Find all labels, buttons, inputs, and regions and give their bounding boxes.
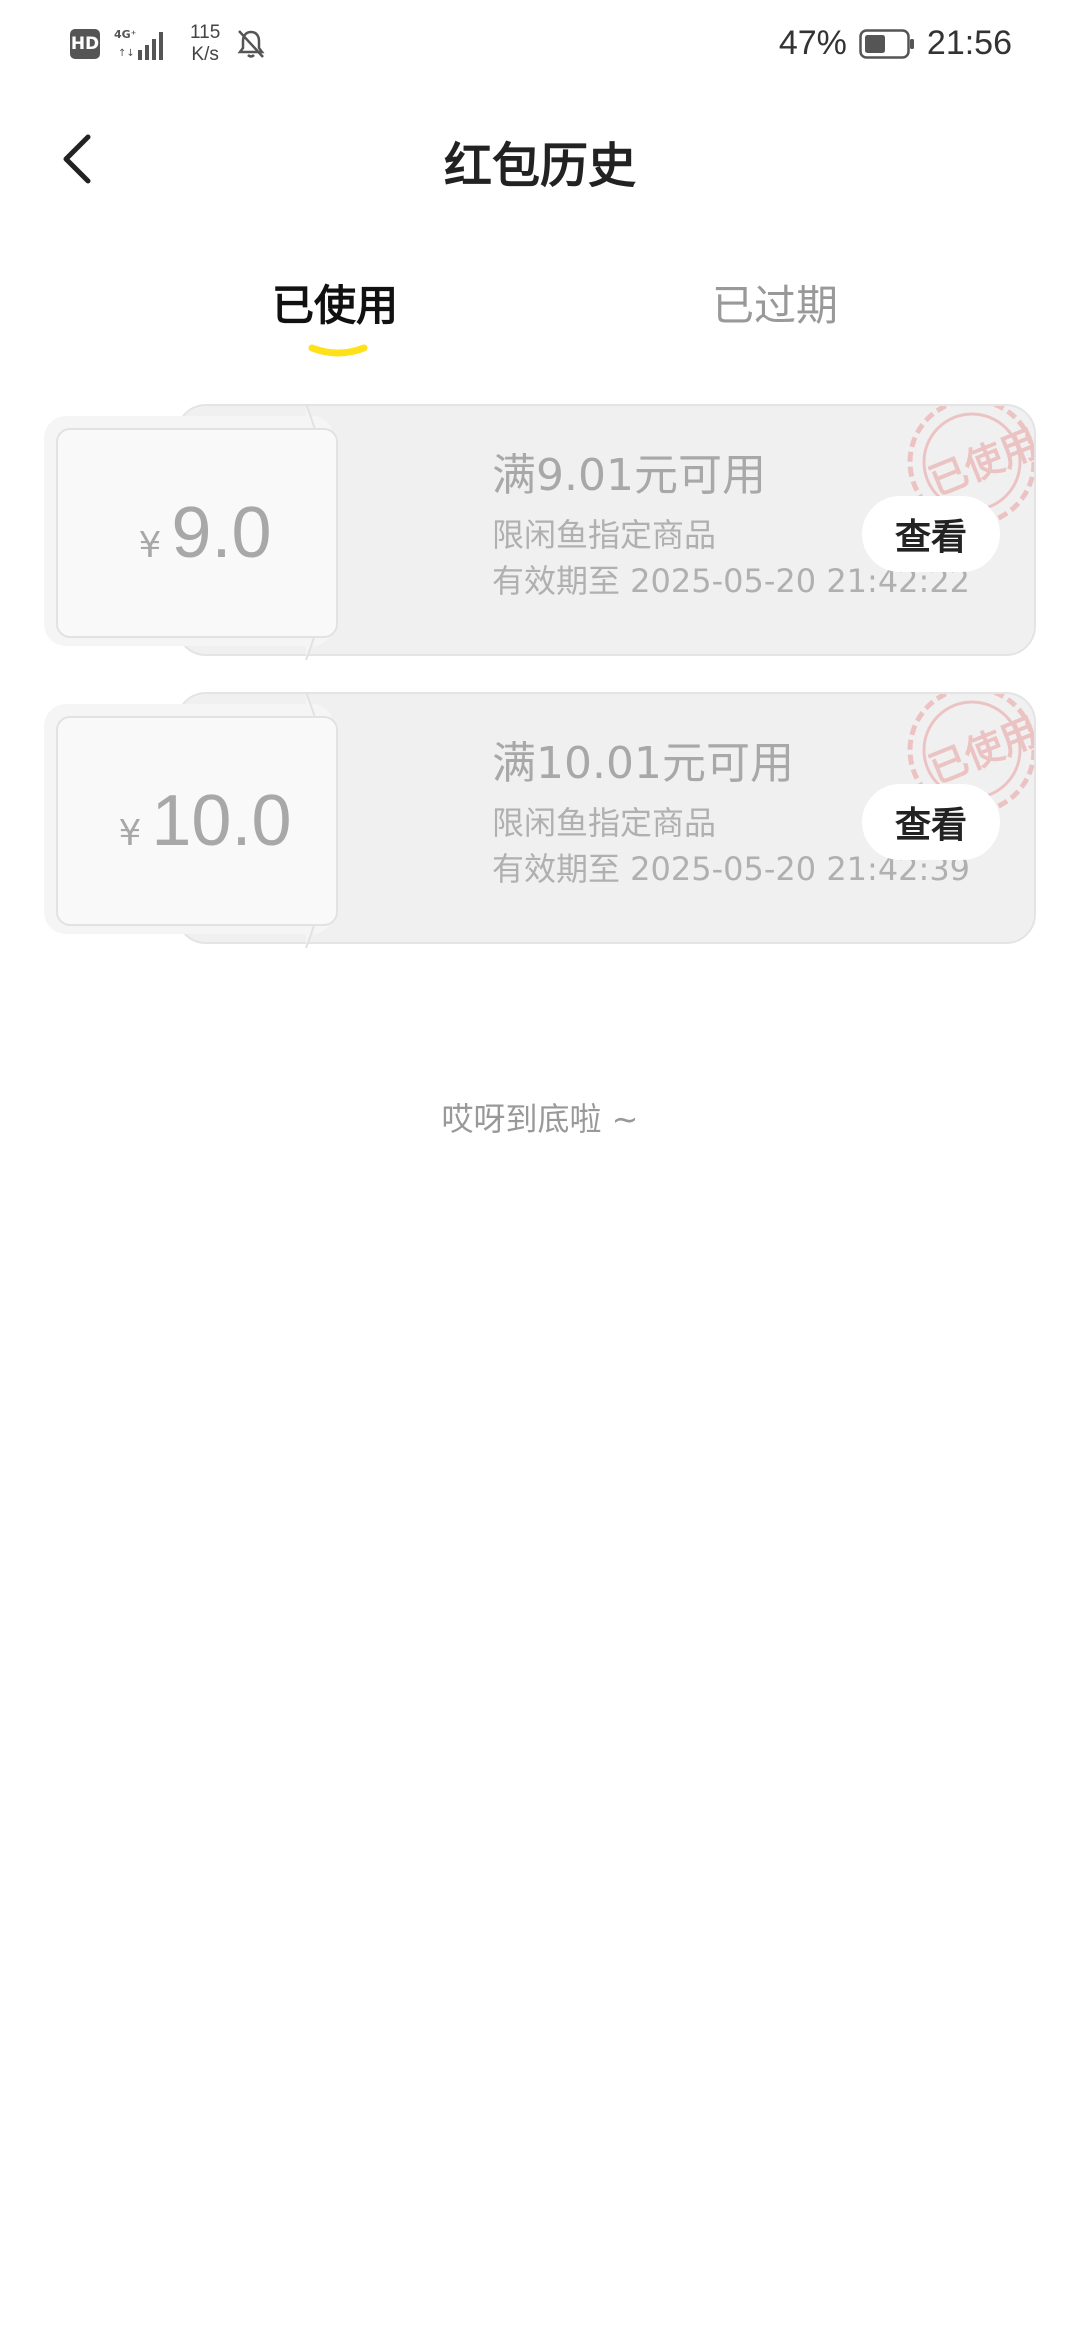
currency-symbol: ¥ — [118, 813, 142, 854]
amount-value: 9.0 — [171, 493, 272, 573]
battery-icon — [859, 28, 914, 59]
coupon-amount-box: ¥ 9.0 — [56, 428, 338, 638]
signal-icon: 4G⁺ ↑↓ — [114, 28, 163, 60]
tab-used[interactable]: 已使用 — [272, 272, 398, 333]
tab-expired[interactable]: 已过期 — [712, 272, 838, 333]
bell-muted-icon — [237, 30, 265, 58]
battery-percent: 47% — [778, 24, 847, 62]
page-title: 红包历史 — [443, 138, 636, 194]
coupon-amount-box: ¥ 10.0 — [56, 716, 338, 926]
network-speed-value: 115 — [190, 22, 221, 43]
status-left: HD 4G⁺ ↑↓ 115 K/s — [70, 22, 268, 66]
currency-symbol: ¥ — [138, 525, 162, 566]
coupon-card: 已使用 满10.01元可用 限闲鱼指定商品 有效期至 2025-05-20 21… — [44, 692, 1036, 948]
tab-bar: 已使用 已过期 — [0, 262, 1080, 372]
amount-value: 10.0 — [151, 781, 292, 861]
view-button[interactable]: 查看 — [862, 496, 1000, 572]
svg-text:4G⁺: 4G⁺ — [114, 28, 137, 41]
view-button[interactable]: 查看 — [862, 784, 1000, 860]
coupon-card: 已使用 满9.01元可用 限闲鱼指定商品 有效期至 2025-05-20 21:… — [44, 404, 1036, 660]
status-bar: HD 4G⁺ ↑↓ 115 K/s 47% 21:56 — [0, 0, 1080, 96]
end-of-list-text: 哎呀到底啦 ~ — [441, 1100, 639, 1138]
tab-active-indicator — [308, 344, 368, 357]
nav-bar: 红包历史 — [0, 96, 1080, 226]
coupon-amount: ¥ 10.0 — [118, 780, 291, 862]
svg-text:↑↓: ↑↓ — [118, 48, 135, 59]
status-right: 47% 21:56 — [779, 24, 1012, 63]
coupon-amount: ¥ 9.0 — [139, 492, 272, 574]
network-speed-unit: K/s — [191, 44, 219, 65]
network-speed: 115 K/s — [190, 22, 220, 66]
hd-icon: HD — [70, 29, 100, 59]
clock: 21:56 — [926, 24, 1012, 62]
